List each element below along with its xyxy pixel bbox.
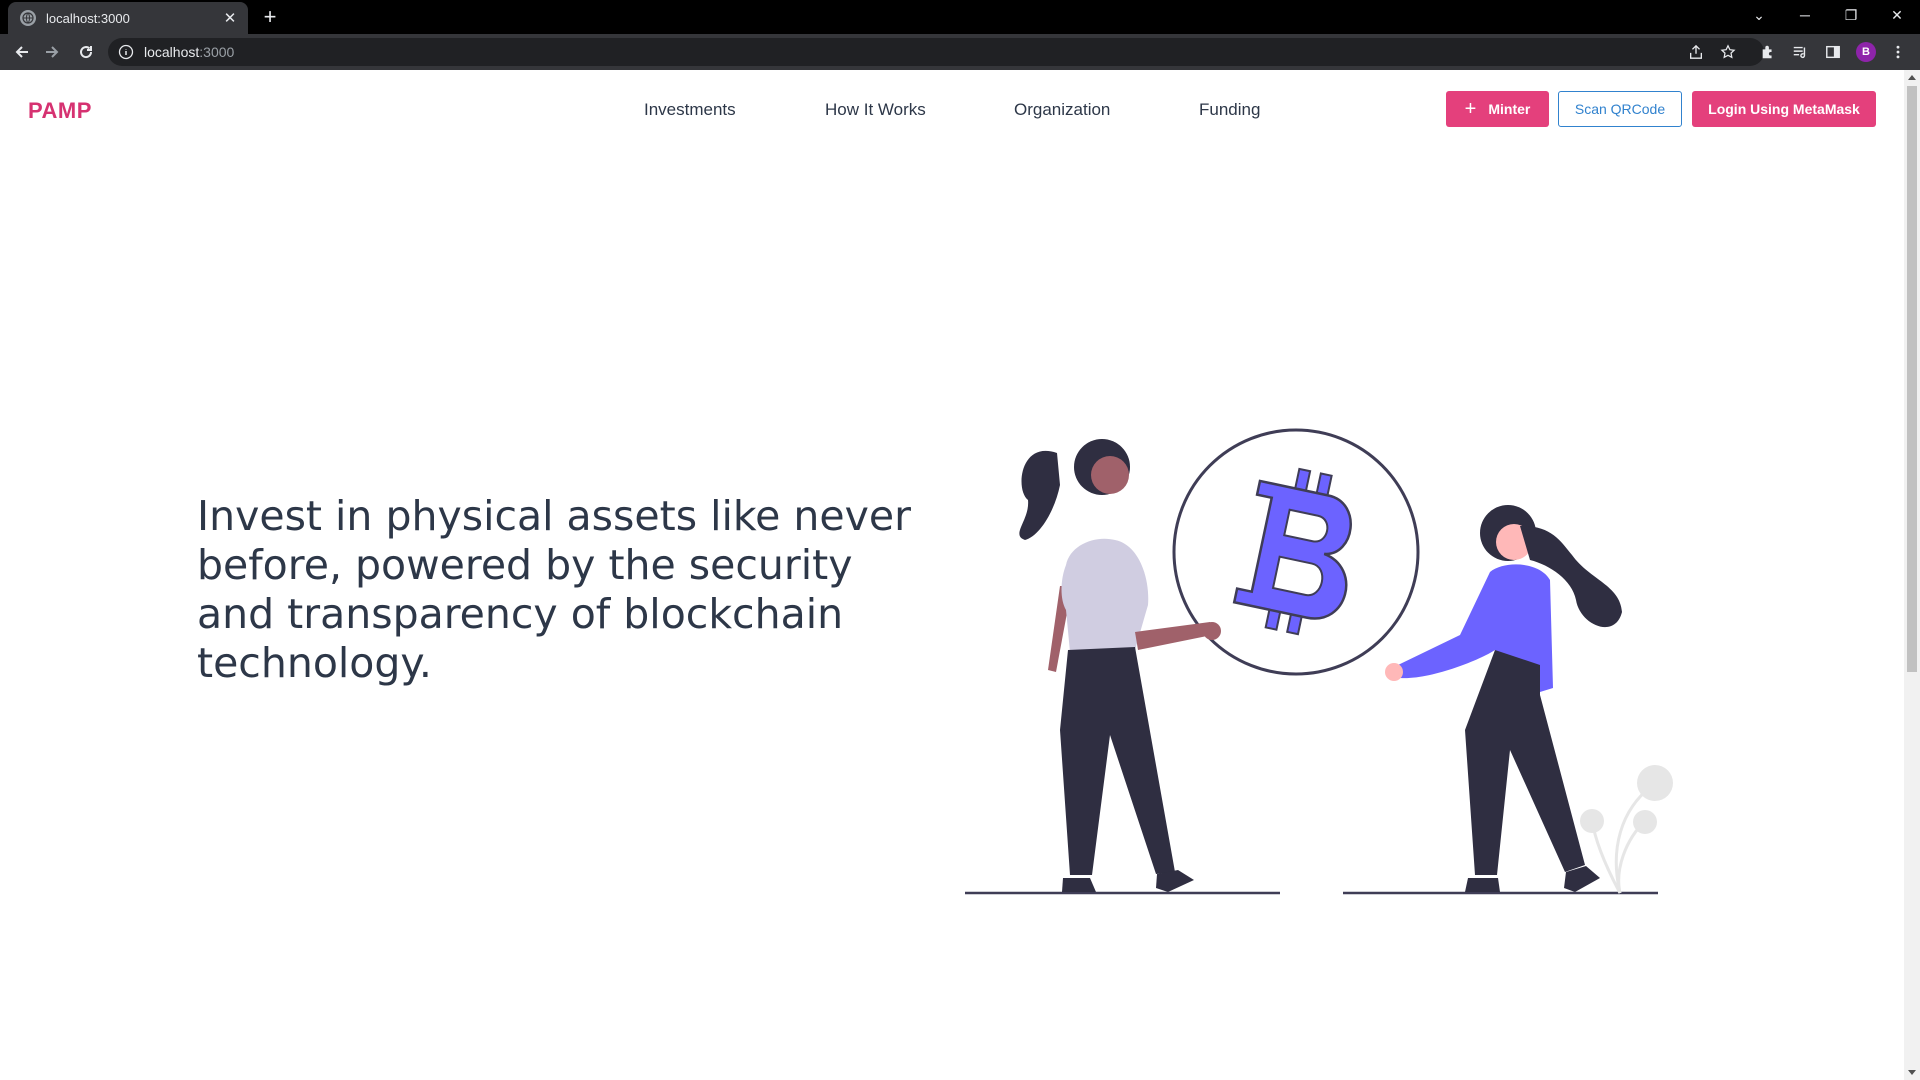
media-queue-icon[interactable] — [1790, 42, 1810, 62]
reload-icon — [80, 46, 93, 59]
tab-search-icon[interactable]: ⌄ — [1736, 0, 1782, 30]
login-metamask-button[interactable]: Login Using MetaMask — [1692, 91, 1876, 127]
back-arrow-icon — [15, 46, 28, 58]
brand-logo[interactable]: PAMP — [28, 98, 92, 124]
extensions-icon[interactable] — [1758, 42, 1778, 62]
kebab-menu-icon[interactable] — [1888, 42, 1908, 62]
browser-tab[interactable]: localhost:3000 ✕ — [8, 2, 248, 34]
minter-button-label: Minter — [1488, 101, 1531, 117]
page-viewport: PAMP Investments How It Works Organizati… — [0, 70, 1904, 1080]
reload-button[interactable] — [74, 40, 98, 64]
scan-qrcode-button[interactable]: Scan QRCode — [1558, 91, 1682, 127]
nav-funding[interactable]: Funding — [1199, 100, 1260, 120]
globe-icon — [20, 10, 36, 26]
browser-toolbar: localhost:3000 B — [0, 34, 1920, 70]
minter-button[interactable]: + Minter — [1446, 91, 1549, 127]
close-tab-icon[interactable]: ✕ — [222, 10, 238, 27]
scroll-down-icon[interactable] — [1908, 1070, 1916, 1075]
browser-tab-strip: localhost:3000 ✕ + ⌄ ─ ❐ ✕ — [0, 0, 1920, 34]
scroll-up-icon[interactable] — [1908, 75, 1916, 80]
address-bar[interactable]: localhost:3000 — [108, 38, 1764, 66]
plus-icon: + — [1464, 98, 1477, 120]
right-woman-figure — [1385, 505, 1622, 892]
new-tab-button[interactable]: + — [258, 6, 282, 30]
bitcoin-illustration — [965, 428, 1673, 895]
url-host: localhost — [144, 44, 200, 60]
restore-button[interactable]: ❐ — [1828, 0, 1874, 30]
forward-button[interactable] — [40, 40, 64, 64]
bookmark-star-icon[interactable] — [1718, 42, 1738, 62]
side-panel-icon[interactable] — [1823, 42, 1843, 62]
hero-headline: Invest in physical assets like never bef… — [197, 492, 911, 687]
close-window-button[interactable]: ✕ — [1874, 0, 1920, 30]
tab-title: localhost:3000 — [46, 10, 130, 26]
nav-organization[interactable]: Organization — [1014, 100, 1110, 120]
share-icon[interactable] — [1686, 42, 1706, 62]
back-button[interactable] — [10, 40, 34, 64]
forward-arrow-icon — [46, 46, 59, 58]
url-text: localhost:3000 — [144, 44, 234, 60]
nav-investments[interactable]: Investments — [644, 100, 736, 120]
nav-how-it-works[interactable]: How It Works — [825, 100, 926, 120]
profile-avatar[interactable]: B — [1856, 42, 1876, 62]
page-scrollbar[interactable] — [1904, 70, 1920, 1080]
scrollbar-thumb[interactable] — [1907, 86, 1917, 672]
site-info-icon[interactable] — [118, 44, 134, 60]
url-port: :3000 — [199, 44, 235, 60]
minimize-button[interactable]: ─ — [1782, 0, 1828, 30]
